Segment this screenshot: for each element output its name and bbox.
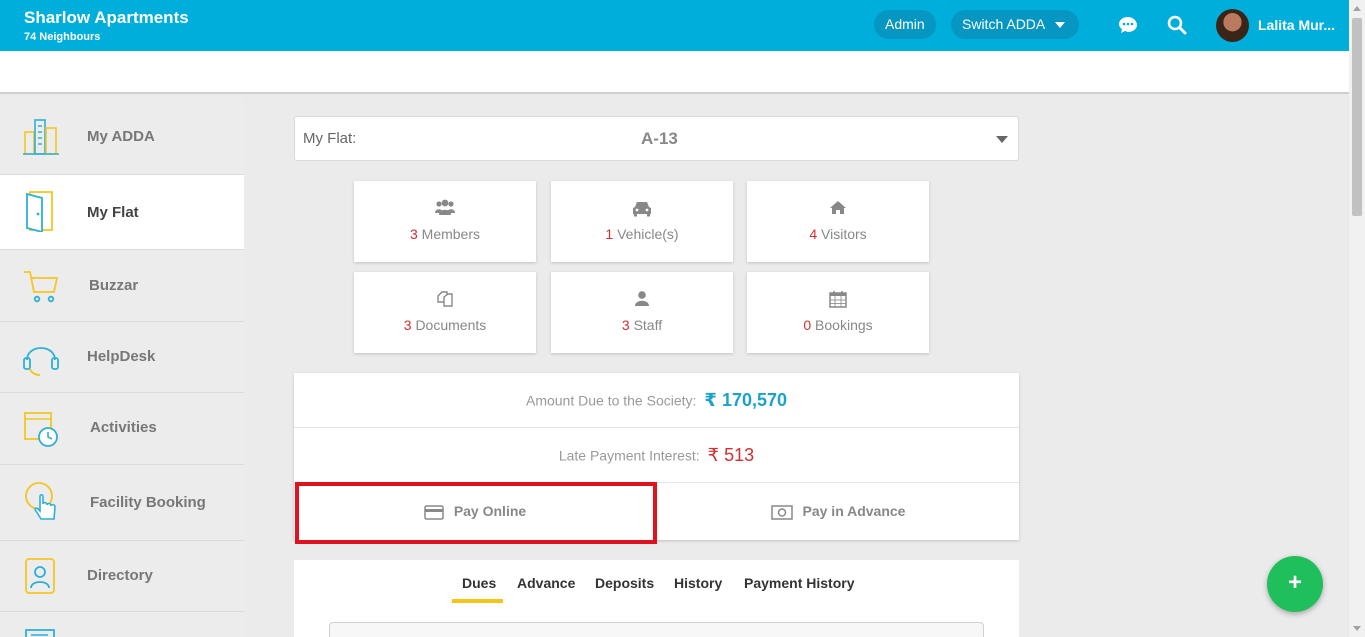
late-interest-label: Late Payment Interest: — [558, 447, 700, 464]
late-interest-value: ₹ 513 — [707, 445, 755, 466]
switch-adda-button[interactable]: Switch ADDA — [951, 10, 1080, 39]
tile-label: Bookings — [815, 317, 873, 333]
list-icon — [25, 629, 55, 637]
sidebar-item-label: Facility Booking — [90, 494, 206, 511]
dues-card: Amount Due to the Society: ₹ 170,570 Late… — [294, 373, 1019, 540]
tab-dues[interactable]: Dues — [462, 575, 496, 591]
sidebar-item-label: Buzzar — [89, 277, 139, 294]
flat-selector-label: My Flat: — [303, 130, 357, 147]
pay-online-label: Pay Online — [453, 503, 527, 519]
tab-payment-history[interactable]: Payment History — [744, 575, 854, 591]
sub-header-band — [0, 51, 1349, 94]
hand-pointer-icon — [25, 482, 56, 520]
scroll-thumb[interactable] — [1352, 18, 1362, 216]
documents-icon — [437, 291, 453, 307]
amount-due-label: Amount Due to the Society: — [525, 392, 697, 409]
caret-down-icon — [1055, 22, 1066, 28]
credit-card-icon — [424, 505, 444, 520]
flat-selector[interactable]: My Flat: A-13 — [294, 116, 1019, 161]
tab-advance[interactable]: Advance — [517, 575, 575, 591]
tile-label: Staff — [633, 317, 663, 333]
cart-icon — [24, 271, 59, 303]
switch-adda-label: Switch ADDA — [962, 16, 1046, 32]
headset-icon — [23, 347, 59, 376]
sidebar-item-directory[interactable]: Directory — [0, 541, 244, 612]
add-button[interactable]: + — [1267, 556, 1323, 612]
tile-count: 3 — [403, 317, 412, 333]
calendar-clock-icon — [24, 412, 58, 447]
flat-selector-value: A-13 — [641, 129, 678, 148]
tile-staff[interactable]: 3 Staff — [551, 272, 733, 353]
search-icon[interactable] — [1166, 14, 1188, 36]
calendar-icon — [829, 291, 847, 308]
cash-icon — [770, 505, 793, 520]
admin-button[interactable]: Admin — [874, 10, 936, 39]
sidebar-item-facility-booking[interactable]: Facility Booking — [0, 465, 244, 541]
sidebar-item-activities[interactable]: Activities — [0, 393, 244, 465]
chat-icon[interactable] — [1117, 14, 1139, 36]
pay-in-advance-button[interactable]: Pay in Advance — [656, 483, 1019, 540]
neighbours-count[interactable]: 74 Neighbours — [24, 31, 100, 43]
plus-icon: + — [1287, 569, 1302, 596]
home-icon — [830, 201, 846, 214]
tile-vehicles[interactable]: 1 Vehicle(s) — [551, 181, 733, 262]
scroll-up-icon[interactable] — [1353, 6, 1361, 11]
tile-label: Vehicle(s) — [617, 226, 679, 242]
sidebar-item-helpdesk[interactable]: HelpDesk — [0, 322, 244, 393]
tile-count: 0 — [803, 317, 812, 333]
scroll-down-icon[interactable] — [1353, 626, 1361, 631]
admin-label: Admin — [885, 16, 925, 32]
users-icon — [435, 199, 455, 215]
tile-count: 3 — [409, 226, 418, 242]
caret-down-icon[interactable] — [996, 136, 1008, 143]
sidebar-item-label: My Flat — [87, 204, 139, 221]
door-icon — [26, 191, 53, 232]
contact-book-icon — [25, 558, 55, 594]
sidebar: My ADDA My Flat Buzzar HelpDesk Activiti… — [0, 97, 244, 637]
society-name[interactable]: Sharlow Apartments — [24, 8, 189, 28]
tile-label: Visitors — [821, 226, 867, 242]
pay-in-advance-label: Pay in Advance — [802, 503, 906, 519]
tile-documents[interactable]: 3 Documents — [354, 272, 536, 353]
tile-bookings[interactable]: 0 Bookings — [747, 272, 929, 353]
tile-members[interactable]: 3 Members — [354, 181, 536, 262]
tile-label: Documents — [415, 317, 487, 333]
amount-due-row: Amount Due to the Society: ₹ 170,570 — [294, 373, 1019, 428]
tile-count: 1 — [605, 226, 614, 242]
sidebar-item-buzzar[interactable]: Buzzar — [0, 250, 244, 322]
sidebar-item-my-adda[interactable]: My ADDA — [0, 97, 244, 175]
person-icon — [635, 291, 649, 306]
sidebar-item-label: My ADDA — [87, 128, 155, 145]
avatar[interactable] — [1216, 9, 1249, 42]
tab-history[interactable]: History — [674, 575, 722, 591]
top-header: Sharlow Apartments 74 Neighbours Admin S… — [0, 0, 1349, 51]
dues-content-box — [329, 622, 984, 637]
sidebar-item-label: Activities — [90, 419, 157, 436]
tile-label: Members — [421, 226, 481, 242]
user-name[interactable]: Lalita Mur... — [1258, 17, 1335, 33]
buildings-icon — [23, 119, 59, 155]
sidebar-item-my-flat[interactable]: My Flat — [0, 175, 244, 250]
amount-due-value: ₹ 170,570 — [704, 390, 788, 411]
sidebar-item-label: Directory — [87, 567, 153, 584]
sidebar-item-more[interactable] — [0, 612, 244, 637]
car-icon — [633, 202, 651, 217]
tab-deposits[interactable]: Deposits — [595, 575, 654, 591]
pay-online-button[interactable]: Pay Online — [294, 483, 656, 540]
tile-visitors[interactable]: 4 Visitors — [747, 181, 929, 262]
active-tab-indicator — [452, 599, 503, 603]
sidebar-item-label: HelpDesk — [87, 348, 156, 365]
late-interest-row: Late Payment Interest: ₹ 513 — [294, 428, 1019, 483]
tile-count: 3 — [621, 317, 630, 333]
scrollbar[interactable] — [1349, 0, 1365, 637]
tile-count: 4 — [809, 226, 818, 242]
